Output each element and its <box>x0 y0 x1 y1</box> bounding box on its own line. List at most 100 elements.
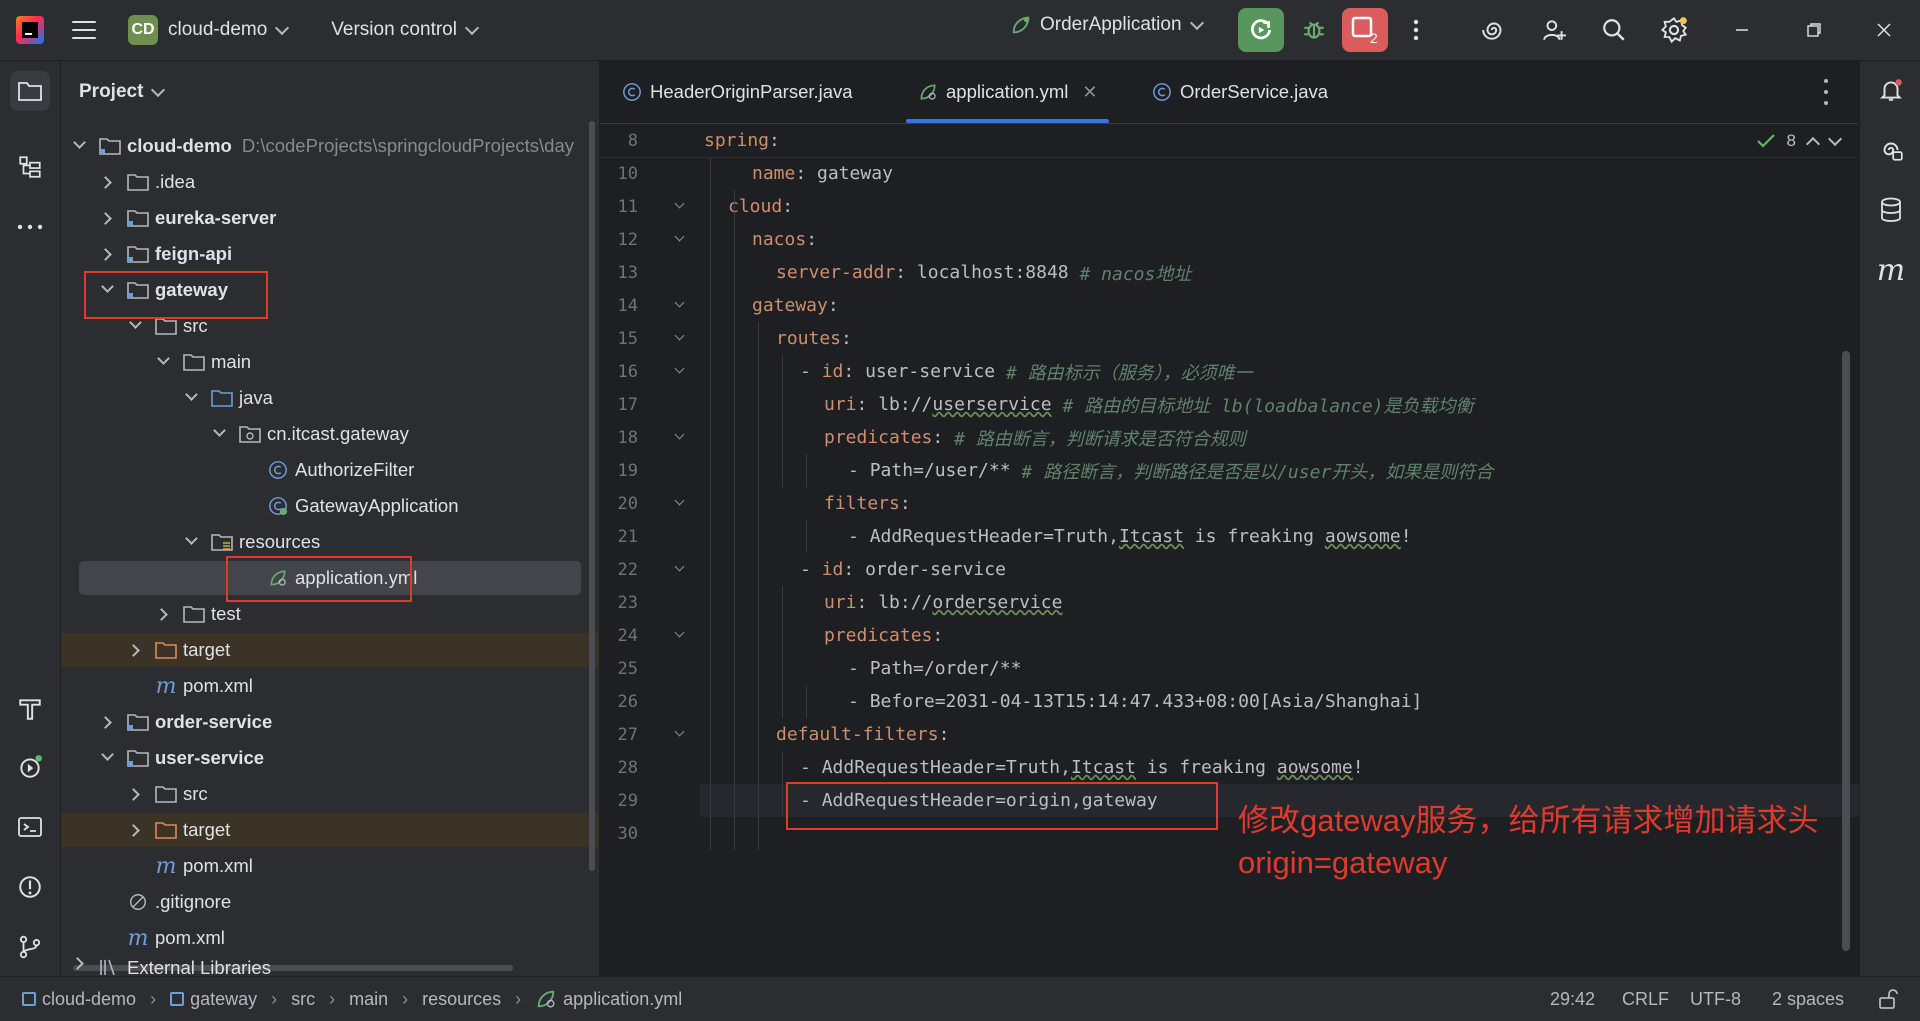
minimize-button[interactable] <box>1722 14 1762 46</box>
breadcrumb-item[interactable]: resources <box>422 989 501 1010</box>
chevron-up-icon[interactable] <box>1805 136 1821 152</box>
tree-item-user-pom[interactable]: m pom.xml <box>61 849 599 883</box>
tree-item-root-pom[interactable]: m pom.xml <box>61 921 599 955</box>
expand-arrow-icon[interactable] <box>129 824 141 836</box>
code-line[interactable]: uri: lb://orderservice <box>700 586 1062 619</box>
code-line[interactable]: - id: order-service <box>700 553 1006 586</box>
more-actions-button[interactable] <box>1400 14 1432 46</box>
database-button[interactable] <box>1872 191 1910 229</box>
project-tool-button[interactable] <box>10 71 50 111</box>
fold-toggle-icon[interactable] <box>676 299 686 309</box>
version-control-menu[interactable]: Version control <box>331 19 480 41</box>
breadcrumb-item[interactable]: application.yml <box>535 988 682 1010</box>
tree-scrollbar[interactable] <box>589 121 595 871</box>
tree-item-eureka-server[interactable]: eureka-server <box>61 201 599 235</box>
settings-button[interactable] <box>1658 14 1690 46</box>
inspection-widget[interactable]: 8 <box>1756 131 1843 152</box>
chevron-down-icon[interactable] <box>1827 131 1843 147</box>
collapse-arrow-icon[interactable] <box>101 752 113 764</box>
build-tool-button[interactable] <box>10 689 50 729</box>
tree-item-test[interactable]: test <box>61 597 599 631</box>
close-window-button[interactable] <box>1864 14 1904 46</box>
code-line[interactable]: name: gateway <box>700 157 893 190</box>
search-everywhere-button[interactable] <box>1598 14 1630 46</box>
file-encoding[interactable]: UTF-8 <box>1690 977 1741 1021</box>
project-view-selector[interactable]: Project <box>79 81 166 103</box>
tree-item-user-target[interactable]: target <box>61 813 599 847</box>
code-line[interactable]: predicates: <box>700 619 943 652</box>
expand-arrow-icon[interactable] <box>157 608 169 620</box>
tab-more-icon[interactable] <box>1814 79 1838 105</box>
readonly-toggle[interactable] <box>1878 977 1898 1021</box>
expand-arrow-icon[interactable] <box>73 957 85 969</box>
expand-arrow-icon[interactable] <box>129 644 141 656</box>
breadcrumb-item[interactable]: src <box>291 989 315 1010</box>
tree-item-order-service[interactable]: order-service <box>61 705 599 739</box>
tree-item-target[interactable]: target <box>61 633 599 667</box>
main-menu-icon[interactable] <box>72 21 96 39</box>
collapse-arrow-icon[interactable] <box>129 320 141 332</box>
intellij-logo-icon[interactable] <box>16 16 44 44</box>
tree-item-user-src[interactable]: src <box>61 777 599 811</box>
project-badge[interactable]: CD <box>128 15 158 45</box>
line-separator[interactable]: CRLF <box>1622 977 1669 1021</box>
fold-toggle-icon[interactable] <box>676 200 686 210</box>
code-line[interactable]: uri: lb://userservice # 路由的目标地址 lb(loadb… <box>700 388 1474 421</box>
editor-gutter[interactable]: 10 11 12 13 14 15 16 17 18 19 20 21 22 23 24 25 26 27 28 29… <box>600 124 700 976</box>
notifications-button[interactable] <box>1872 71 1910 109</box>
tree-item-resources[interactable]: resources <box>61 525 599 559</box>
tree-item-authorize-filter[interactable]: AuthorizeFilter <box>61 453 599 487</box>
fold-toggle-icon[interactable] <box>676 497 686 507</box>
fold-toggle-icon[interactable] <box>676 563 686 573</box>
code-line[interactable]: routes: <box>700 322 852 355</box>
expand-arrow-icon[interactable] <box>101 716 113 728</box>
structure-tool-button[interactable] <box>10 147 50 187</box>
code-line[interactable]: default-filters: <box>700 718 949 751</box>
expand-arrow-icon[interactable] <box>101 248 113 260</box>
ai-assistant-button[interactable] <box>1478 14 1510 46</box>
editor-scrollbar[interactable] <box>1842 351 1850 951</box>
run-configuration-selector[interactable]: OrderApplication <box>1010 14 1204 36</box>
collapse-arrow-icon[interactable] <box>185 536 197 548</box>
code-line[interactable]: server-addr: localhost:8848 # nacos地址 <box>700 256 1191 289</box>
code-with-me-button[interactable] <box>1538 14 1570 46</box>
tab-order-service[interactable]: OrderService.java <box>1152 61 1328 123</box>
tree-item-gitignore[interactable]: .gitignore <box>61 885 599 919</box>
stop-button[interactable]: 2 <box>1342 8 1388 52</box>
code-line[interactable]: filters: <box>700 487 911 520</box>
breadcrumb-item[interactable]: main <box>349 989 388 1010</box>
rerun-button[interactable] <box>1238 8 1284 52</box>
tree-item-main[interactable]: main <box>61 345 599 379</box>
more-tools-button[interactable] <box>10 207 50 247</box>
fold-toggle-icon[interactable] <box>676 365 686 375</box>
ai-chat-button[interactable] <box>1872 131 1910 169</box>
expand-arrow-icon[interactable] <box>101 212 113 224</box>
tree-item-feign-api[interactable]: feign-api <box>61 237 599 271</box>
code-line[interactable]: - Path=/user/** # 路径断言，判断路径是否是以/user开头，如… <box>700 454 1493 487</box>
code-line[interactable]: nacos: <box>700 223 817 256</box>
indent-setting[interactable]: 2 spaces <box>1772 977 1844 1021</box>
tree-item-pom[interactable]: m pom.xml <box>61 669 599 703</box>
debug-button[interactable] <box>1296 12 1332 48</box>
restore-button[interactable] <box>1794 14 1834 46</box>
sticky-scope-line[interactable]: 8 spring: <box>600 124 1858 158</box>
breadcrumb-item[interactable]: gateway <box>170 989 257 1010</box>
code-line[interactable]: cloud: <box>700 190 793 223</box>
collapse-arrow-icon[interactable] <box>213 428 225 440</box>
problems-tool-button[interactable] <box>10 867 50 907</box>
git-tool-button[interactable] <box>10 927 50 967</box>
tab-header-origin-parser[interactable]: HeaderOriginParser.java <box>622 61 853 123</box>
tree-item-cloud-demo[interactable]: cloud-demo D:\codeProjects\springcloudPr… <box>61 129 599 163</box>
code-line[interactable] <box>700 817 704 850</box>
fold-toggle-icon[interactable] <box>676 629 686 639</box>
terminal-tool-button[interactable] <box>10 807 50 847</box>
fold-toggle-icon[interactable] <box>676 728 686 738</box>
tree-item-gateway-application[interactable]: GatewayApplication <box>61 489 599 523</box>
caret-position[interactable]: 29:42 <box>1550 977 1595 1021</box>
fold-toggle-icon[interactable] <box>676 332 686 342</box>
code-line[interactable]: - AddRequestHeader=Truth,Itcast is freak… <box>700 751 1364 784</box>
fold-toggle-icon[interactable] <box>676 431 686 441</box>
expand-arrow-icon[interactable] <box>73 140 85 152</box>
code-line[interactable]: - Path=/order/** <box>700 652 1021 685</box>
code-line[interactable]: gateway: <box>700 289 839 322</box>
